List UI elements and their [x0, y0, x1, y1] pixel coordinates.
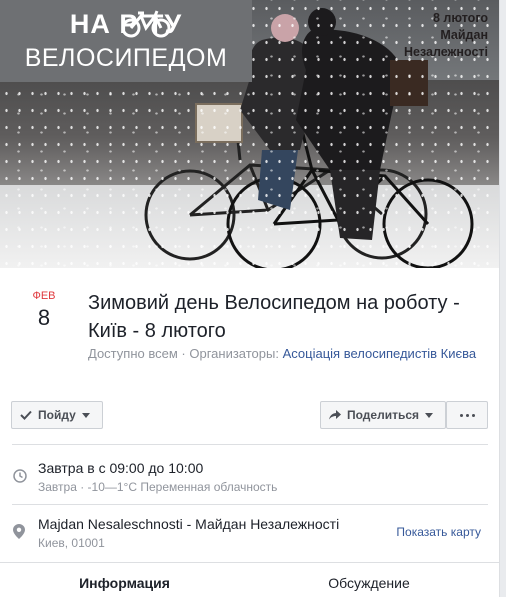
event-card: НА Р ТУ ВЕЛОСИПЕДОМ 8 лютого Майдан Неза…	[0, 0, 500, 597]
event-month: ФЕВ	[32, 290, 56, 302]
cover-date-line2: Майдан	[440, 28, 488, 42]
event-date: ФЕВ 8	[26, 290, 62, 331]
tabs-divider	[0, 562, 499, 563]
tab-discussion[interactable]: Обсуждение	[250, 575, 488, 591]
event-visibility: Доступно всем	[88, 346, 178, 361]
event-time[interactable]: Завтра в с 09:00 до 10:00	[38, 460, 203, 476]
share-button[interactable]: Поделиться	[320, 401, 446, 429]
event-weather: Завтра · -10—1°C Переменная облачность	[38, 480, 278, 494]
tab-information[interactable]: Информация	[12, 575, 237, 591]
checkmark-icon	[20, 410, 32, 420]
chevron-down-icon	[425, 412, 434, 418]
more-options-button[interactable]	[446, 401, 488, 429]
divider	[12, 504, 488, 505]
divider	[12, 444, 488, 445]
organizer-link[interactable]: Асоціація велосипедистів Києва	[283, 346, 477, 361]
bicycle-icon	[121, 10, 171, 38]
event-meta: Доступно всем · Организаторы: Асоціація …	[88, 345, 488, 363]
going-button[interactable]: Пойду	[11, 401, 103, 429]
going-label: Пойду	[38, 408, 76, 422]
event-cover-image[interactable]: НА Р ТУ ВЕЛОСИПЕДОМ 8 лютого Майдан Неза…	[0, 0, 499, 268]
event-address: Киев, 01001	[38, 536, 105, 550]
chevron-down-icon	[81, 412, 90, 418]
clock-icon	[13, 469, 27, 483]
event-day: 8	[37, 305, 51, 330]
meta-separator: ·	[181, 346, 186, 361]
share-arrow-icon	[329, 410, 341, 420]
share-label: Поделиться	[347, 408, 420, 422]
cover-date-line1: 8 лютого	[433, 11, 488, 25]
cover-title-line2: ВЕЛОСИПЕДОМ	[24, 44, 228, 72]
location-pin-icon	[13, 524, 25, 539]
cover-date-line3: Незалежності	[404, 45, 488, 59]
show-map-link[interactable]: Показать карту	[396, 525, 481, 539]
cover-title-badge: НА Р ТУ ВЕЛОСИПЕДОМ	[0, 0, 252, 82]
cover-date-block: 8 лютого Майдан Незалежності	[404, 10, 488, 61]
organizers-label: Организаторы:	[189, 346, 279, 361]
event-title: Зимовий день Велосипедом на роботу - Киї…	[88, 292, 460, 342]
event-location[interactable]: Majdan Nesaleschnosti - Майдан Незалежно…	[38, 516, 339, 532]
more-dots-icon	[459, 413, 475, 417]
